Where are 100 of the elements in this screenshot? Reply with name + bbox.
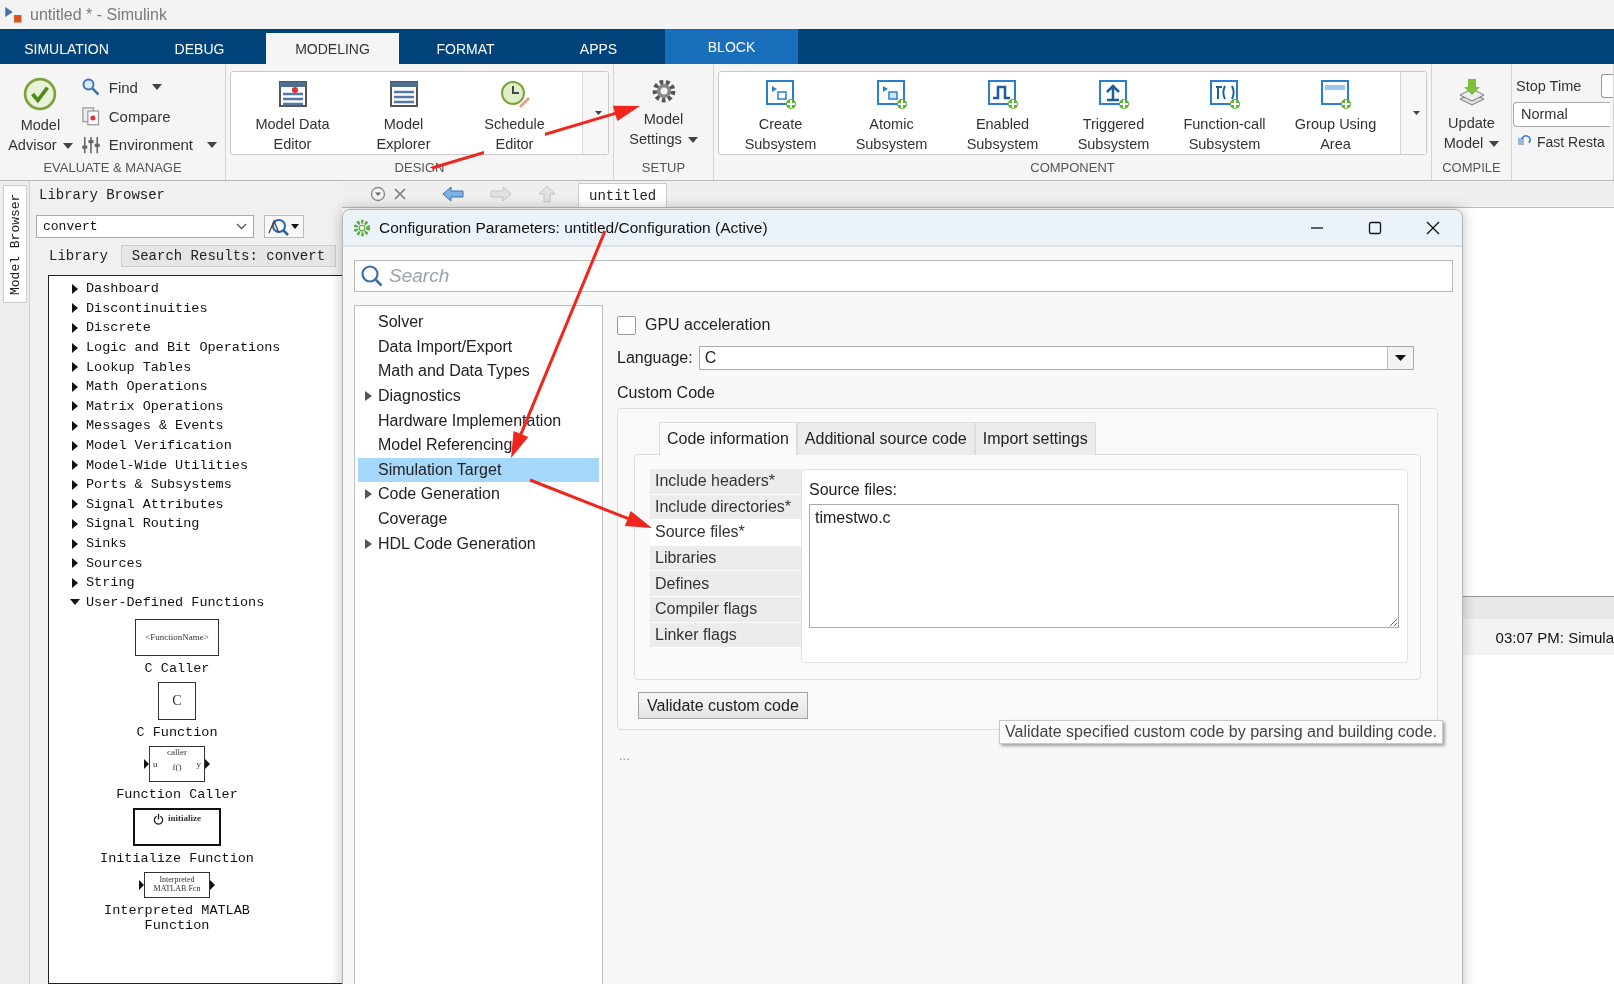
ribbon-button[interactable]: Compare	[76, 101, 221, 131]
category-item[interactable]: Simulation Target	[358, 457, 599, 483]
collapsed-triangle-icon[interactable]	[70, 362, 80, 373]
language-dropdown[interactable]: C	[698, 346, 1414, 370]
tab[interactable]: Import settings	[974, 422, 1096, 455]
model-tab[interactable]: untitled	[578, 183, 668, 207]
block-preview[interactable]: initialize	[133, 808, 221, 847]
forward-arrow-icon	[490, 186, 512, 202]
collapsed-triangle-icon[interactable]	[70, 303, 80, 314]
category-item[interactable]: Code Generation	[358, 482, 599, 507]
category-item[interactable]: Coverage	[358, 506, 599, 532]
source-files-field[interactable]: timestwo.c	[809, 504, 1399, 628]
collapsed-triangle-icon[interactable]	[70, 577, 80, 588]
block-preview[interactable]: C	[158, 682, 196, 721]
ribbon-button[interactable]: Create Subsystem	[725, 72, 836, 154]
tree-item[interactable]: User-Defined Functions	[86, 594, 265, 610]
ribbon-button[interactable]: Atomic Subsystem	[836, 72, 947, 154]
tree-item[interactable]: Model Verification	[86, 438, 232, 454]
category-item[interactable]: Model Referencing	[358, 432, 599, 458]
gallery-more-button[interactable]	[582, 72, 608, 154]
list-item[interactable]: Include headers*	[650, 469, 801, 495]
ribbon-button[interactable]: Model Advisor	[4, 71, 77, 159]
ribbon-tab[interactable]: FORMAT	[399, 33, 532, 64]
list-item[interactable]: Libraries	[650, 545, 801, 572]
collapsed-triangle-icon[interactable]	[70, 401, 80, 412]
list-item[interactable]: Defines	[650, 571, 801, 597]
app-logo-icon	[4, 4, 24, 25]
tree-item[interactable]: Sources	[86, 555, 143, 571]
ribbon-tab[interactable]: MODELING	[266, 33, 399, 64]
tree-item[interactable]: Ports & Subsystems	[86, 477, 232, 493]
ribbon-button[interactable]: Enabled Subsystem	[947, 72, 1058, 154]
collapsed-triangle-icon[interactable]	[70, 499, 80, 510]
tree-item[interactable]: Math Operations	[86, 379, 208, 395]
tree-item[interactable]: Discontinuities	[86, 300, 208, 316]
collapsed-triangle-icon[interactable]	[70, 420, 80, 431]
library-tab[interactable]: Search Results: convert	[120, 245, 337, 267]
list-item[interactable]: Source files*	[650, 520, 801, 546]
stop-time-field[interactable]	[1601, 74, 1613, 98]
tree-item[interactable]: Signal Routing	[86, 516, 200, 532]
ribbon-button[interactable]: Model Data Editor	[237, 72, 348, 154]
collapsed-triangle-icon[interactable]	[70, 440, 80, 451]
tree-item[interactable]: String	[86, 575, 135, 591]
collapsed-triangle-icon[interactable]	[70, 479, 80, 490]
category-item[interactable]: HDL Code Generation	[358, 531, 599, 556]
side-tab[interactable]: Model Browser	[3, 185, 27, 303]
collapsed-triangle-icon[interactable]	[70, 518, 80, 529]
tree-item[interactable]: Dashboard	[86, 281, 159, 297]
collapsed-triangle-icon[interactable]	[70, 538, 80, 549]
ribbon-button[interactable]: Group Using Area	[1280, 72, 1391, 154]
tree-item[interactable]: Model-Wide Utilities	[86, 457, 249, 473]
ribbon-button[interactable]: Find	[76, 73, 221, 102]
tree-item[interactable]: Sinks	[86, 536, 127, 551]
ribbon-tab[interactable]: APPS	[532, 33, 665, 64]
search-icon	[80, 77, 101, 98]
ribbon-button[interactable]: Model Explorer	[348, 72, 459, 154]
block-preview[interactable]: <FunctionName>	[135, 619, 219, 657]
ribbon-button[interactable]: Model Settings	[618, 71, 709, 159]
library-search-combobox[interactable]: convert	[36, 215, 254, 238]
power-icon	[153, 814, 164, 826]
tree-item[interactable]: Signal Attributes	[86, 496, 224, 512]
collapsed-triangle-icon[interactable]	[365, 489, 372, 500]
collapsed-triangle-icon[interactable]	[70, 460, 80, 471]
simulation-mode-dropdown[interactable]: Normal	[1513, 101, 1610, 127]
collapsed-triangle-icon[interactable]	[70, 323, 80, 333]
tree-item[interactable]: Matrix Operations	[86, 398, 224, 414]
tree-item[interactable]: Messages & Events	[86, 418, 224, 434]
checkbox[interactable]	[617, 315, 636, 335]
list-item[interactable]: Include directories*	[650, 494, 801, 521]
list-item[interactable]: Linker flags	[650, 622, 801, 649]
list-item[interactable]: Compiler flags	[650, 596, 801, 623]
search-field[interactable]: Search	[354, 260, 1453, 292]
collapsed-triangle-icon[interactable]	[70, 283, 80, 294]
tree-item[interactable]: Lookup Tables	[86, 359, 192, 375]
collapsed-triangle-icon[interactable]	[70, 342, 80, 353]
category-item[interactable]: Diagnostics	[358, 383, 599, 409]
section-label: SETUP	[640, 159, 687, 177]
ribbon-button[interactable]: Environment	[76, 130, 221, 159]
ribbon-tab[interactable]: SIMULATION	[0, 33, 133, 64]
search-button[interactable]	[264, 215, 304, 238]
ribbon-button[interactable]: Update Model	[1436, 71, 1507, 159]
category-item[interactable]: Solver	[358, 310, 599, 335]
fast-restart-button[interactable]: Fast Resta	[1516, 134, 1605, 150]
collapsed-triangle-icon[interactable]	[365, 391, 372, 402]
search-icon	[267, 216, 289, 237]
tab[interactable]: Additional source code	[796, 422, 975, 455]
tab[interactable]: Code information	[659, 422, 797, 455]
ribbon-button[interactable]: Triggered Subsystem	[1058, 72, 1169, 154]
ribbon-button[interactable]: Function-call Subsystem	[1169, 72, 1280, 154]
ribbon-button[interactable]: Schedule Editor	[459, 72, 570, 154]
category-item[interactable]: Data Import/Export	[358, 334, 599, 360]
collapsed-triangle-icon[interactable]	[365, 538, 372, 549]
ribbon-tab[interactable]: BLOCK	[665, 29, 798, 64]
tree-item[interactable]: Logic and Bit Operations	[86, 340, 281, 356]
ribbon-tab[interactable]: DEBUG	[133, 33, 266, 64]
collapsed-triangle-icon[interactable]	[70, 381, 80, 392]
back-arrow-icon	[442, 186, 464, 202]
category-item[interactable]: Math and Data Types	[358, 359, 599, 384]
tree-item[interactable]: Discrete	[86, 320, 151, 336]
validate-button[interactable]: Validate custom code	[638, 692, 808, 719]
collapsed-triangle-icon[interactable]	[70, 558, 80, 569]
